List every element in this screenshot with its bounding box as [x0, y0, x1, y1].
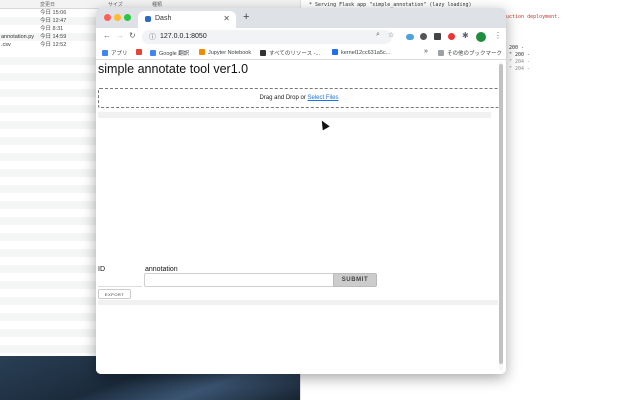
scrollbar-thumb[interactable] [499, 64, 503, 364]
info-icon[interactable]: ⓘ [149, 32, 156, 42]
export-button[interactable]: EXPORT [98, 289, 131, 299]
apps-grid-icon [102, 50, 108, 56]
menu-dots-icon[interactable]: ⋮ [494, 31, 502, 40]
id-label: ID [98, 266, 105, 273]
google-translate-icon [150, 50, 156, 56]
close-tab-icon[interactable]: ✕ [223, 14, 230, 23]
close-window-button[interactable] [104, 14, 111, 21]
bookmark-resources[interactable]: すべてのリソース -... [260, 49, 320, 57]
forward-icon[interactable]: → [116, 31, 124, 40]
tab-bar: Dash ✕ + [96, 8, 506, 28]
reload-icon[interactable]: ↻ [129, 31, 136, 40]
jupyter-icon [199, 49, 205, 55]
globe-icon [260, 50, 266, 56]
url-text: 127.0.0.1:8050 [160, 33, 207, 40]
id-input[interactable] [98, 274, 142, 287]
bookmark-other[interactable]: その他のブックマーク [438, 49, 502, 57]
terminal-line: " 200 - [509, 52, 531, 58]
page-scrollbar[interactable] [499, 62, 503, 370]
puzzle-extensions-icon[interactable]: ✱ [462, 31, 469, 40]
new-tab-icon[interactable]: + [243, 11, 249, 23]
modified-header[interactable]: 変更日 [40, 1, 55, 8]
dropzone-text: Drag and Drop or [259, 95, 308, 101]
terminal-line: uction deployment. [506, 14, 561, 20]
terminal-line: " 204 - [509, 59, 531, 65]
address-bar[interactable]: ⓘ 127.0.0.1:8050 [142, 30, 392, 44]
extension-icon[interactable] [448, 33, 455, 40]
submit-button[interactable]: SUBMIT [333, 273, 377, 287]
file-upload-dropzone[interactable]: Drag and Drop or Select Files [98, 88, 500, 108]
terminal-line: 200 - [509, 45, 525, 51]
annotation-input[interactable] [144, 273, 338, 287]
kaggle-icon [332, 49, 338, 55]
extension-icon[interactable] [420, 33, 427, 40]
bookmark-kernel[interactable]: kernel12cc631a5c... [332, 49, 390, 56]
back-icon[interactable]: ← [103, 31, 111, 40]
bookmark-apps[interactable]: アプリ [102, 49, 128, 57]
tab-dash[interactable]: Dash ✕ [138, 11, 236, 28]
cloud-extension-icon[interactable] [406, 34, 414, 40]
dash-favicon-icon [145, 16, 151, 22]
zoom-window-button[interactable] [124, 14, 131, 21]
bookmark-jupyter[interactable]: Jupyter Notebook [199, 49, 251, 56]
profile-avatar[interactable] [476, 32, 486, 42]
minimize-window-button[interactable] [114, 14, 121, 21]
terminal-line: " 204 - [509, 66, 531, 72]
page-content: simple annotate tool ver1.0 Drag and Dro… [96, 60, 506, 374]
bookmark-star-icon[interactable]: ☆ [388, 31, 394, 39]
data-table-placeholder [98, 112, 491, 118]
extension-icon[interactable] [434, 33, 441, 40]
youtube-icon [136, 49, 142, 55]
tab-title: Dash [155, 15, 172, 22]
bookmarks-bar: アプリ Google 翻訳 Jupyter Notebook すべてのリソース … [96, 46, 506, 60]
annotation-label: annotation [145, 266, 178, 273]
bookmark-google-translate[interactable]: Google 翻訳 [150, 49, 189, 57]
output-placeholder [98, 300, 498, 305]
kind-header[interactable]: 種類 [152, 1, 162, 8]
browser-toolbar: ← → ↻ ⓘ 127.0.0.1:8050 ⌕ ☆ ✱ ⋮ [96, 28, 506, 46]
page-title: simple annotate tool ver1.0 [98, 62, 249, 76]
browser-window: Dash ✕ + ← → ↻ ⓘ 127.0.0.1:8050 ⌕ ☆ ✱ ⋮ … [96, 8, 506, 374]
zoom-icon[interactable]: ⌕ [376, 31, 380, 39]
more-bookmarks-icon[interactable]: » [424, 48, 428, 55]
select-files-link[interactable]: Select Files [308, 95, 339, 101]
folder-icon [438, 50, 444, 56]
bookmark-youtube[interactable] [136, 49, 145, 56]
size-header[interactable]: サイズ [108, 1, 123, 8]
